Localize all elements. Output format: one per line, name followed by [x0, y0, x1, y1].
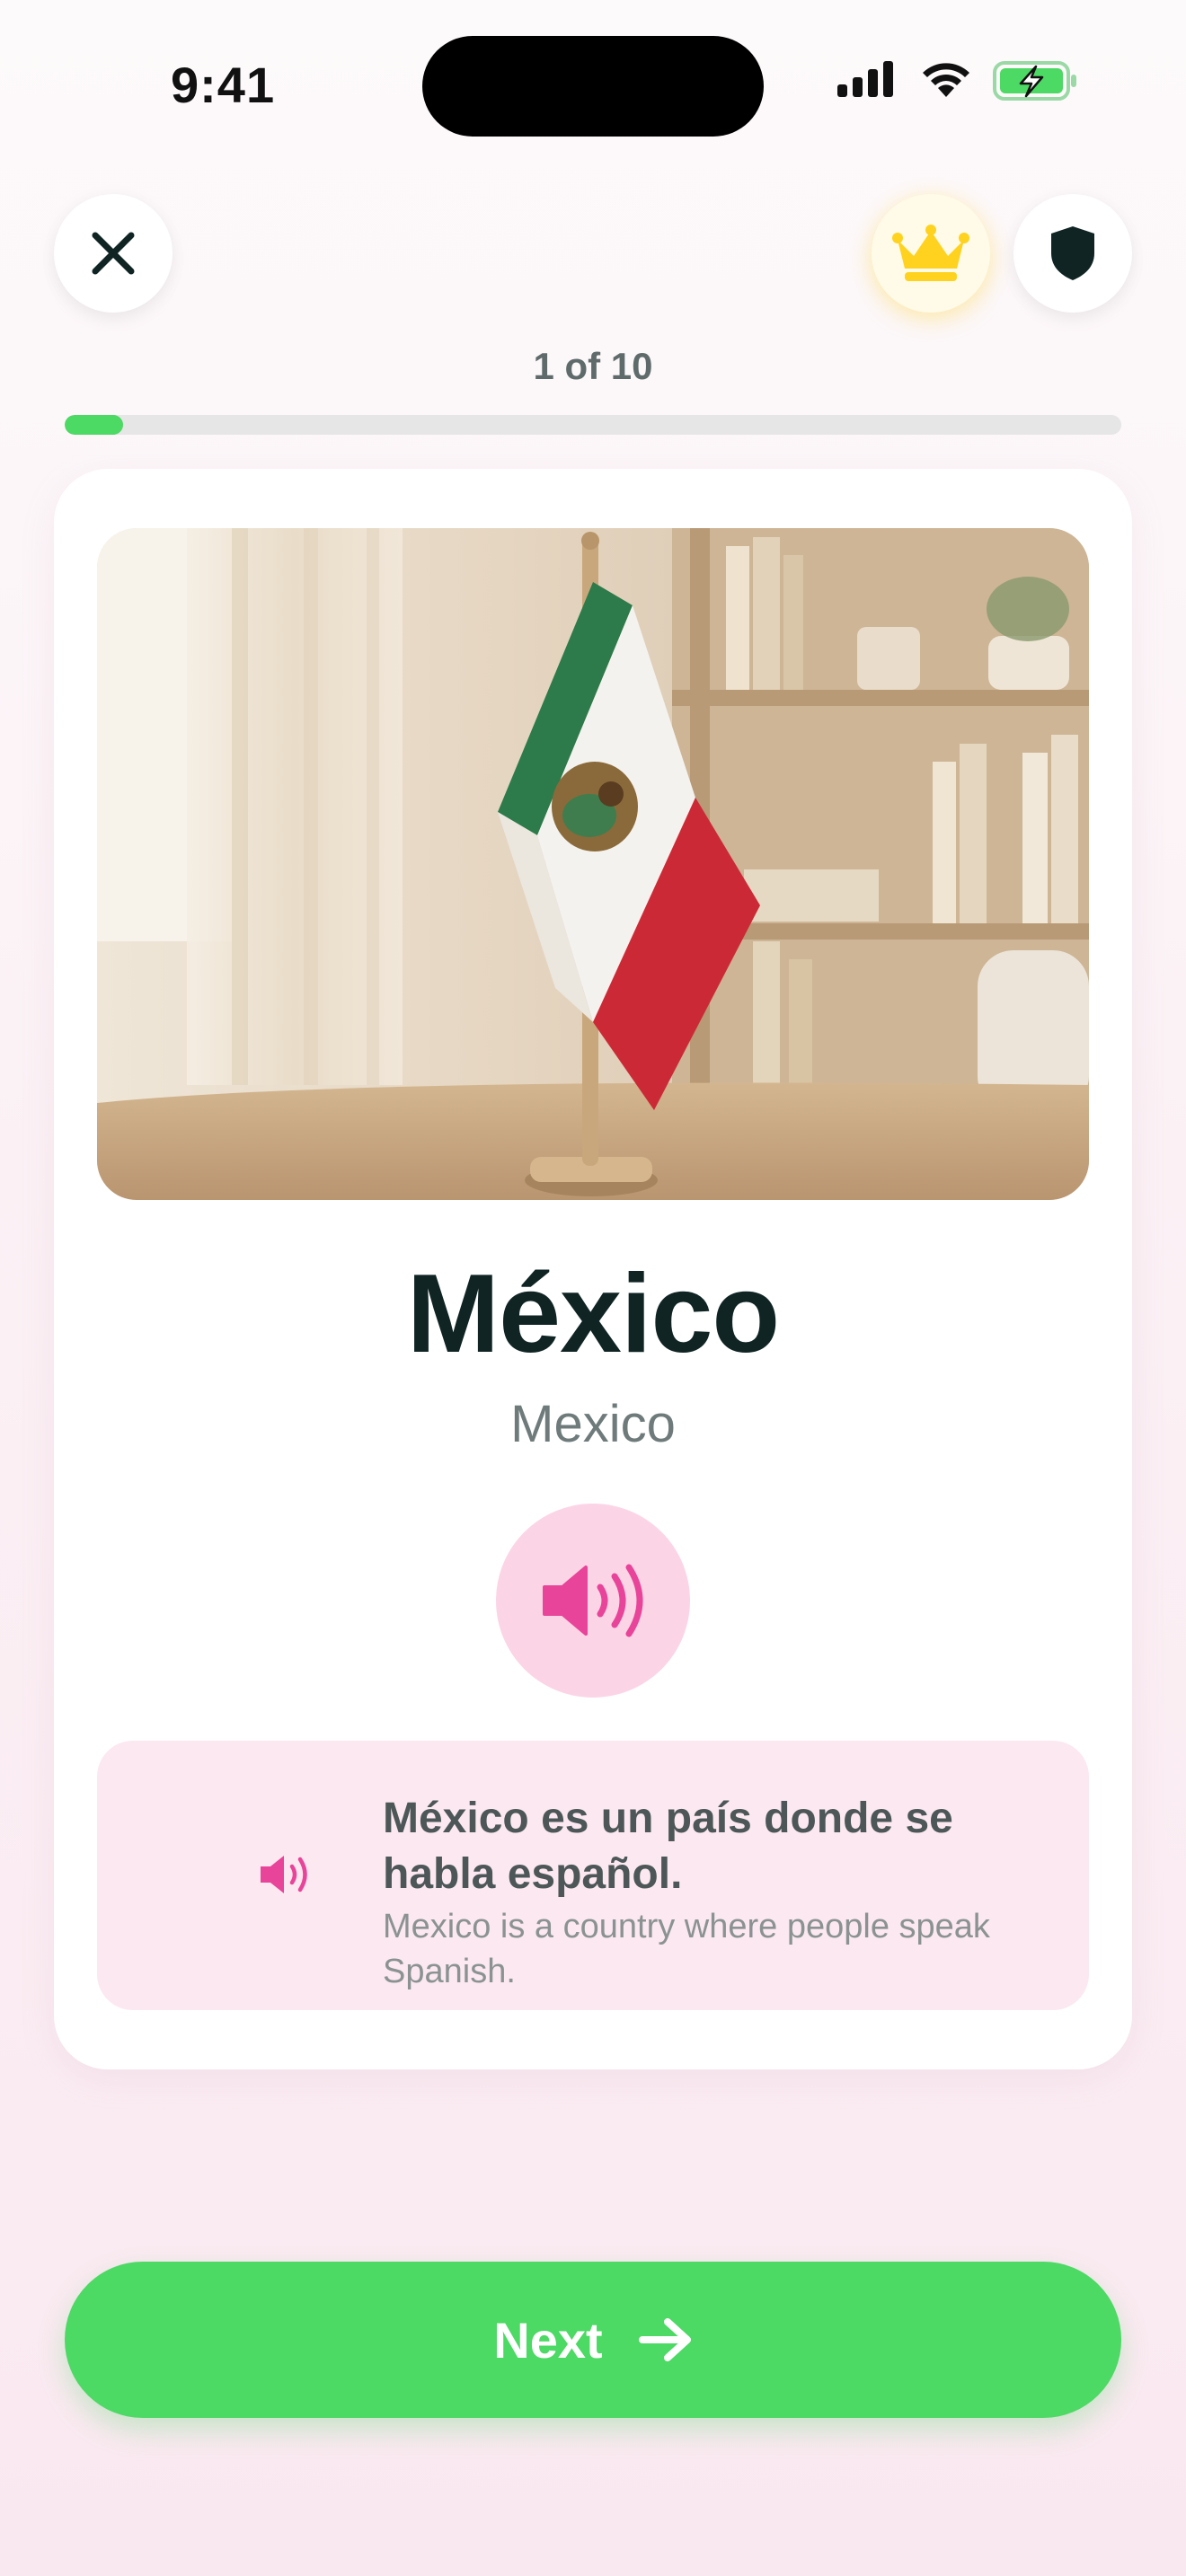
example-sentence: México es un país donde se habla español… — [383, 1795, 953, 1898]
crown-icon — [892, 225, 969, 281]
vocab-translation: Mexico — [510, 1395, 676, 1453]
status-time: 9:41 — [171, 57, 276, 113]
cellular-signal-icon — [837, 61, 893, 97]
shield-button[interactable] — [1013, 194, 1132, 313]
progress-label: 1 of 10 — [533, 345, 653, 387]
progress-fill — [65, 415, 123, 435]
shield-icon — [1051, 226, 1094, 280]
example-translation: Mexico is a country where people speak S… — [383, 1908, 990, 1990]
status-bar: 9:41 — [0, 0, 1186, 171]
dynamic-island — [422, 36, 764, 137]
flashcard: México Mexico México es un país donde se… — [54, 469, 1132, 2069]
next-button-label: Next — [493, 2311, 603, 2369]
close-icon — [92, 232, 135, 275]
next-button[interactable]: Next — [65, 2262, 1121, 2418]
example-speaker-icon[interactable] — [259, 1852, 313, 1897]
arrow-right-icon — [638, 2318, 691, 2361]
flag-photo — [97, 528, 1089, 1200]
example-sentence-box[interactable]: México es un país donde se habla español… — [97, 1741, 1089, 2010]
battery-charging-icon — [993, 61, 1076, 101]
close-button[interactable] — [54, 194, 173, 313]
play-audio-button[interactable] — [496, 1504, 690, 1698]
vocab-word: México — [406, 1252, 780, 1376]
progress-bar — [65, 415, 1121, 435]
premium-button[interactable] — [872, 194, 990, 313]
speaker-icon — [543, 1564, 643, 1637]
wifi-icon — [923, 63, 969, 97]
